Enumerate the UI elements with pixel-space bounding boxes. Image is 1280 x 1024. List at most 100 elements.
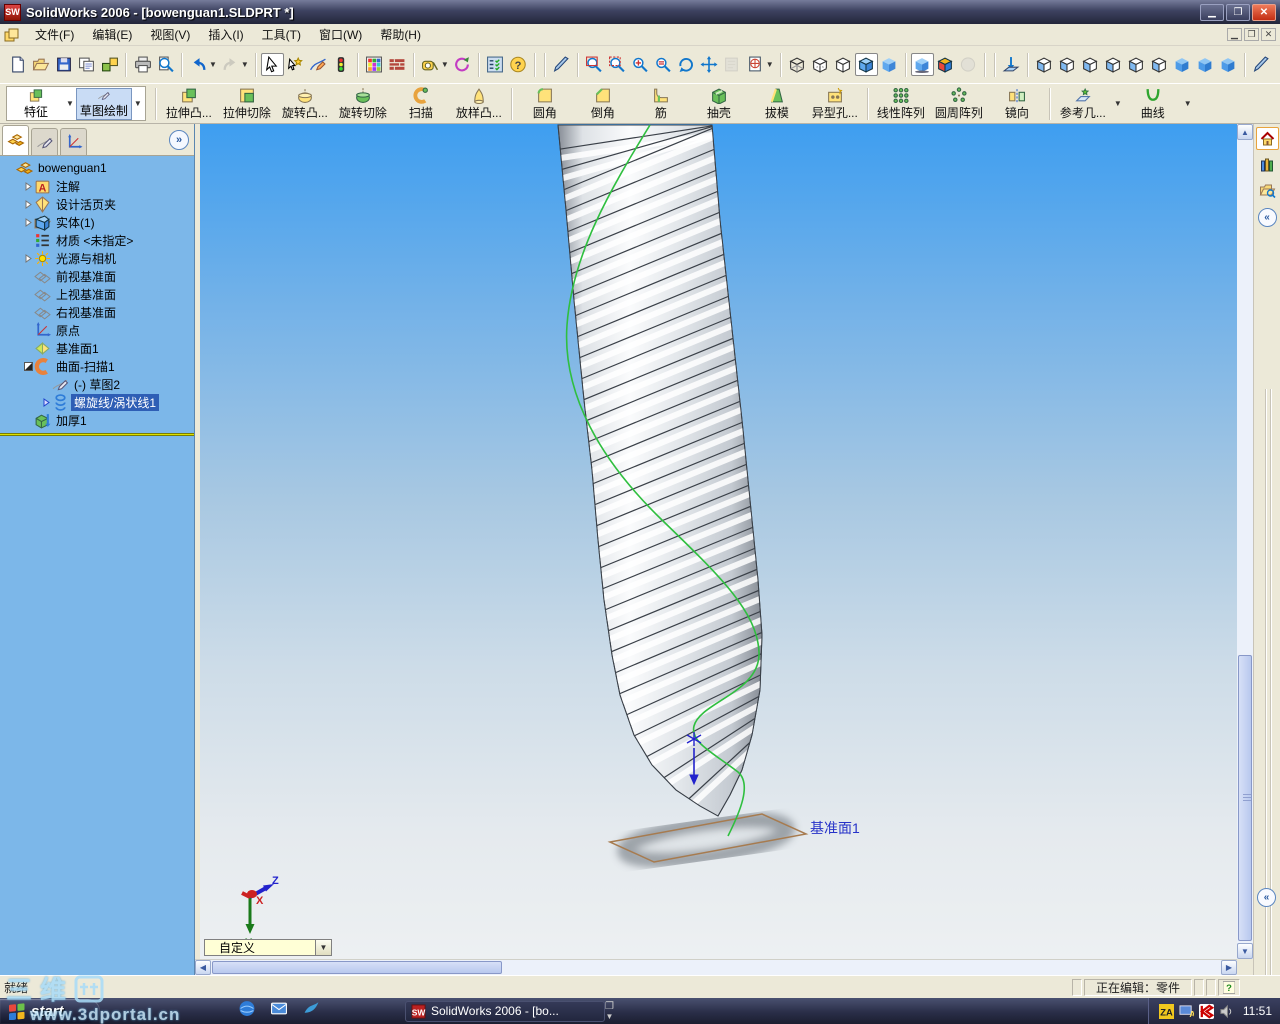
plane-annotation-label[interactable]: 基准面1 — [810, 818, 860, 838]
feature-button-fillet[interactable]: 圆角 — [516, 84, 574, 123]
expand-arrow-icon[interactable] — [22, 217, 34, 227]
save-icon[interactable] — [52, 53, 75, 76]
expand-arrow-icon[interactable] — [22, 181, 34, 191]
rotate-view-icon[interactable] — [675, 53, 698, 76]
feature-button-cirpattern[interactable]: 圆周阵列 — [930, 84, 988, 123]
horizontal-scroll-thumb[interactable] — [212, 961, 502, 974]
zoom-in-out-icon[interactable] — [629, 53, 652, 76]
rebuild-icon[interactable] — [330, 53, 353, 76]
normal-to-icon[interactable] — [1000, 53, 1023, 76]
propertymanager-tab[interactable] — [31, 128, 58, 155]
task-pane-collapse-icon[interactable]: « — [1257, 208, 1277, 227]
feature-button-sweep[interactable]: 扫描 — [392, 84, 450, 123]
chevron-down-icon[interactable]: ▼ — [134, 99, 142, 108]
start-button[interactable]: start — [0, 999, 100, 1023]
tree-item-4[interactable]: 材质 <未指定> — [0, 231, 194, 249]
dimetric-view-icon[interactable] — [1217, 53, 1240, 76]
clock[interactable]: 11:51 — [1243, 1004, 1272, 1018]
front-view-icon[interactable] — [1033, 53, 1056, 76]
feature-button-revolve[interactable]: 旋转凸... — [276, 84, 334, 123]
feature-button-mirror[interactable]: 镜向 — [988, 84, 1046, 123]
restore-button[interactable]: ❐ — [1226, 3, 1250, 21]
feature-button-rib[interactable]: 筋 — [632, 84, 690, 123]
tree-item-3[interactable]: 实体(1) — [0, 213, 194, 231]
feature-button-draft[interactable]: 拔模 — [748, 84, 806, 123]
shaded-with-edges-icon[interactable] — [854, 53, 878, 76]
menu-item-3[interactable]: 插入(I) — [199, 24, 252, 45]
back-view-icon[interactable] — [1056, 53, 1079, 76]
zoom-to-area-icon[interactable] — [606, 53, 629, 76]
zoom-to-fit-icon[interactable] — [583, 53, 606, 76]
trimetric-view-icon[interactable] — [1194, 53, 1217, 76]
measure-icon[interactable] — [419, 53, 442, 76]
vertical-scrollbar[interactable]: ▲ ▼ — [1237, 124, 1253, 959]
tree-item-13[interactable]: 螺旋线/涡状线1 — [0, 393, 194, 411]
options-icon[interactable] — [484, 53, 507, 76]
quick-launch-mail-icon[interactable] — [270, 1000, 288, 1022]
chevron-down-icon[interactable]: ▼ — [241, 60, 249, 69]
tree-item-6[interactable]: 前视基准面 — [0, 267, 194, 285]
sketch-toggle-icon[interactable] — [307, 53, 330, 76]
scroll-left-button[interactable]: ◀ — [195, 960, 211, 975]
feature-button-loft[interactable]: 放样凸... — [450, 84, 508, 123]
select-pen-icon[interactable] — [550, 53, 573, 76]
left-view-icon[interactable] — [1079, 53, 1102, 76]
tree-item-7[interactable]: 上视基准面 — [0, 285, 194, 303]
chevron-down-icon[interactable]: ▼ — [766, 60, 774, 69]
shaded-icon[interactable] — [878, 53, 901, 76]
pan-icon[interactable] — [698, 53, 721, 76]
menu-item-1[interactable]: 编辑(E) — [83, 24, 141, 45]
chevron-down-icon[interactable]: ▼ — [1184, 99, 1192, 108]
open-document-icon[interactable] — [29, 53, 52, 76]
select-icon[interactable] — [260, 53, 284, 76]
tabs-overflow-icon[interactable]: » — [169, 130, 189, 150]
chevron-down-icon[interactable]: ▼ — [441, 60, 449, 69]
feature-button-cut[interactable]: 拉伸切除 — [218, 84, 276, 123]
undo-icon[interactable] — [187, 53, 210, 76]
quick-tips-help-icon[interactable]: ? — [1218, 978, 1240, 996]
menu-item-0[interactable]: 文件(F) — [26, 24, 83, 45]
tree-item-0[interactable]: bowenguan1 — [0, 159, 194, 177]
feature-button-chamfer[interactable]: 倒角 — [574, 84, 632, 123]
quick-launch-browser-icon[interactable] — [238, 1000, 256, 1022]
file-explorer-icon[interactable] — [1256, 179, 1279, 202]
close-button[interactable]: ✕ — [1252, 3, 1276, 21]
command-tab-0[interactable]: 特征 — [8, 88, 64, 120]
feature-button-curve[interactable]: 曲线 — [1124, 84, 1182, 123]
configurationmanager-tab[interactable] — [60, 128, 87, 155]
make-drawing-from-part-icon[interactable] — [75, 53, 98, 76]
tree-item-10[interactable]: 基准面1 — [0, 339, 194, 357]
menu-item-5[interactable]: 窗口(W) — [310, 24, 371, 45]
scroll-right-button[interactable]: ▶ — [1221, 960, 1237, 975]
scroll-down-button[interactable]: ▼ — [1237, 943, 1253, 959]
language-bar-icon[interactable]: ❐ ▼ — [605, 1001, 614, 1021]
menu-item-4[interactable]: 工具(T) — [253, 24, 310, 45]
print-icon[interactable] — [131, 53, 154, 76]
doc-restore-button[interactable]: ❐ — [1244, 28, 1259, 41]
tree-item-8[interactable]: 右视基准面 — [0, 303, 194, 321]
taskbar-window-button[interactable]: SW SolidWorks 2006 - [bo... — [405, 1000, 605, 1022]
tree-item-9[interactable]: 原点 — [0, 321, 194, 339]
doc-close-button[interactable]: ✕ — [1261, 28, 1276, 41]
doc-minimize-button[interactable]: ▁ — [1227, 28, 1242, 41]
vertical-scroll-thumb[interactable] — [1238, 655, 1252, 941]
bottom-view-icon[interactable] — [1148, 53, 1171, 76]
view-orientation-icon[interactable] — [744, 53, 767, 76]
command-tab-1[interactable]: 草图绘制 — [75, 87, 132, 120]
tree-item-5[interactable]: 光源与相机 — [0, 249, 194, 267]
tree-item-2[interactable]: 设计活页夹 — [0, 195, 194, 213]
design-library-icon[interactable] — [1256, 153, 1279, 176]
menu-item-2[interactable]: 视图(V) — [141, 24, 199, 45]
minimize-button[interactable]: ▁ — [1200, 3, 1224, 21]
volume-tray-icon[interactable] — [1219, 1004, 1234, 1019]
expand-arrow-icon[interactable] — [22, 199, 34, 209]
display-tray-icon[interactable]: A — [1179, 1004, 1194, 1019]
model-canvas[interactable]: Y Z X — [200, 124, 1237, 959]
selection-filter-icon[interactable] — [284, 53, 307, 76]
helical-tube-model[interactable] — [554, 124, 767, 817]
zoom-to-selection-icon[interactable] — [652, 53, 675, 76]
tree-item-1[interactable]: A 注解 — [0, 177, 194, 195]
shadows-in-shaded-mode-icon[interactable] — [910, 53, 934, 76]
make-assembly-from-part-icon[interactable] — [98, 53, 121, 76]
isometric-view-icon[interactable] — [1171, 53, 1194, 76]
